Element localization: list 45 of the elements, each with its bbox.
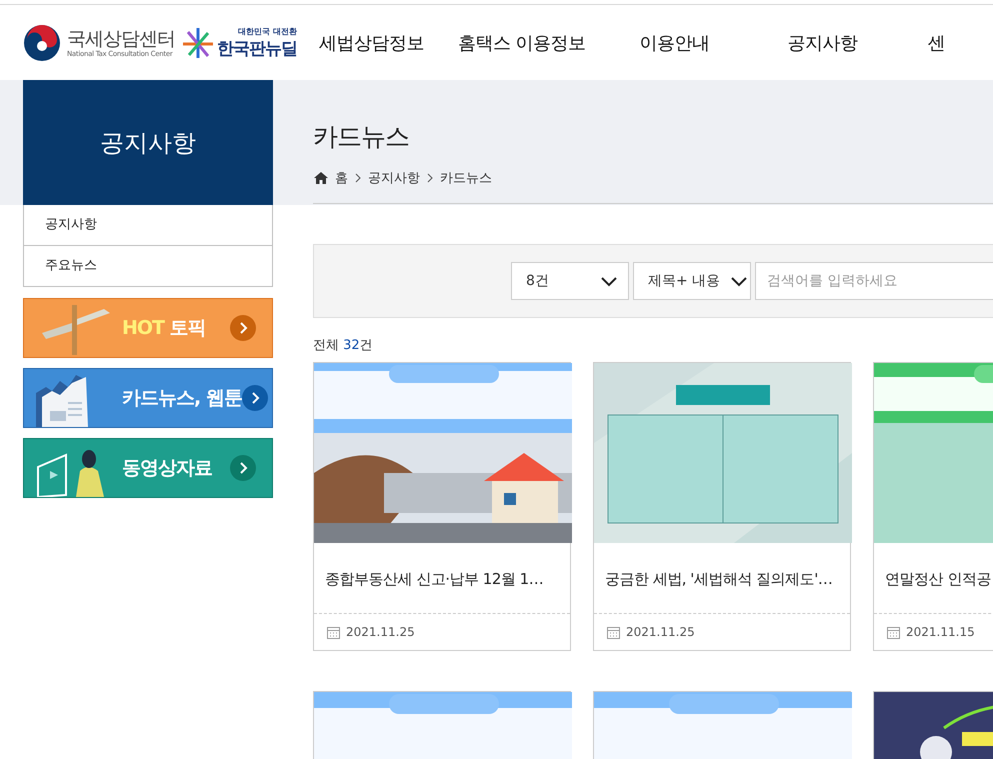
campaign-name: 한국판뉴딜 [217,38,297,60]
chevron-right-icon [354,173,362,183]
nav-link[interactable]: 홈택스 이용정보 [458,30,586,54]
calendar-icon [887,626,900,638]
banner-label: 동영상자료 [121,456,213,481]
breadcrumb-link[interactable]: 카드뉴스 [440,169,492,187]
card[interactable]: 연말정산 인적공 2021.11.15 [873,362,993,651]
per-page-select[interactable]: 8건 [511,262,629,300]
chevron-right-icon [242,385,268,411]
chevron-right-icon [230,455,256,481]
nav-link[interactable]: 이용안내 [640,30,710,54]
banner-link[interactable]: 카드뉴스, 웹툰 [23,368,273,428]
nav-link[interactable]: 센 [928,30,946,54]
card-title[interactable]: 종합부동산세 신고·납부 12월 1… [314,543,570,614]
sidebar-item[interactable]: 주요뉴스 [24,245,272,286]
breadcrumb-link[interactable]: 공지사항 [368,169,420,187]
campaign-tagline: 대한민국 대전환 [238,26,297,36]
card[interactable]: 궁금한 세법, '세법해석 질의제도'… 2021.11.25 [593,362,851,651]
card-title[interactable]: 연말정산 인적공 [874,543,993,614]
sidebar-item[interactable]: 공지사항 [24,205,272,245]
sidebar-title: 공지사항 [23,80,273,205]
nav-link[interactable]: 공지사항 [788,30,858,54]
card-date: 2021.11.25 [626,625,695,639]
chevron-down-icon [730,276,748,286]
card-title[interactable]: 궁금한 세법, '세법해석 질의제도'… [594,543,850,614]
card-date: 2021.11.25 [346,625,415,639]
starburst-icon [181,26,215,58]
chevron-right-icon [230,315,256,341]
search-field[interactable]: 검색어를 입력하세요 [755,262,993,300]
nav-link[interactable]: 세법상담정보 [319,30,424,54]
banner-label: 카드뉴스, 웹툰 [121,386,242,411]
logo-name: 국세상담센터 [67,28,175,50]
search-field-select[interactable]: 제목+ 내용 [633,262,751,300]
card-date: 2021.11.15 [906,625,975,639]
page-title: 카드뉴스 [313,121,410,153]
breadcrumb-link[interactable]: 홈 [335,169,348,187]
calendar-icon [607,626,620,638]
total-count: 전체 32건 [313,337,374,354]
chevron-down-icon [600,276,618,286]
banner-label: HOT 토픽 [121,316,207,341]
card[interactable]: 종합부동산세 신고·납부 12월 1… 2021.11.25 [313,362,571,651]
emblem-icon [23,24,61,62]
home-icon [313,171,329,185]
calendar-icon [327,626,340,638]
chevron-right-icon [426,173,434,183]
